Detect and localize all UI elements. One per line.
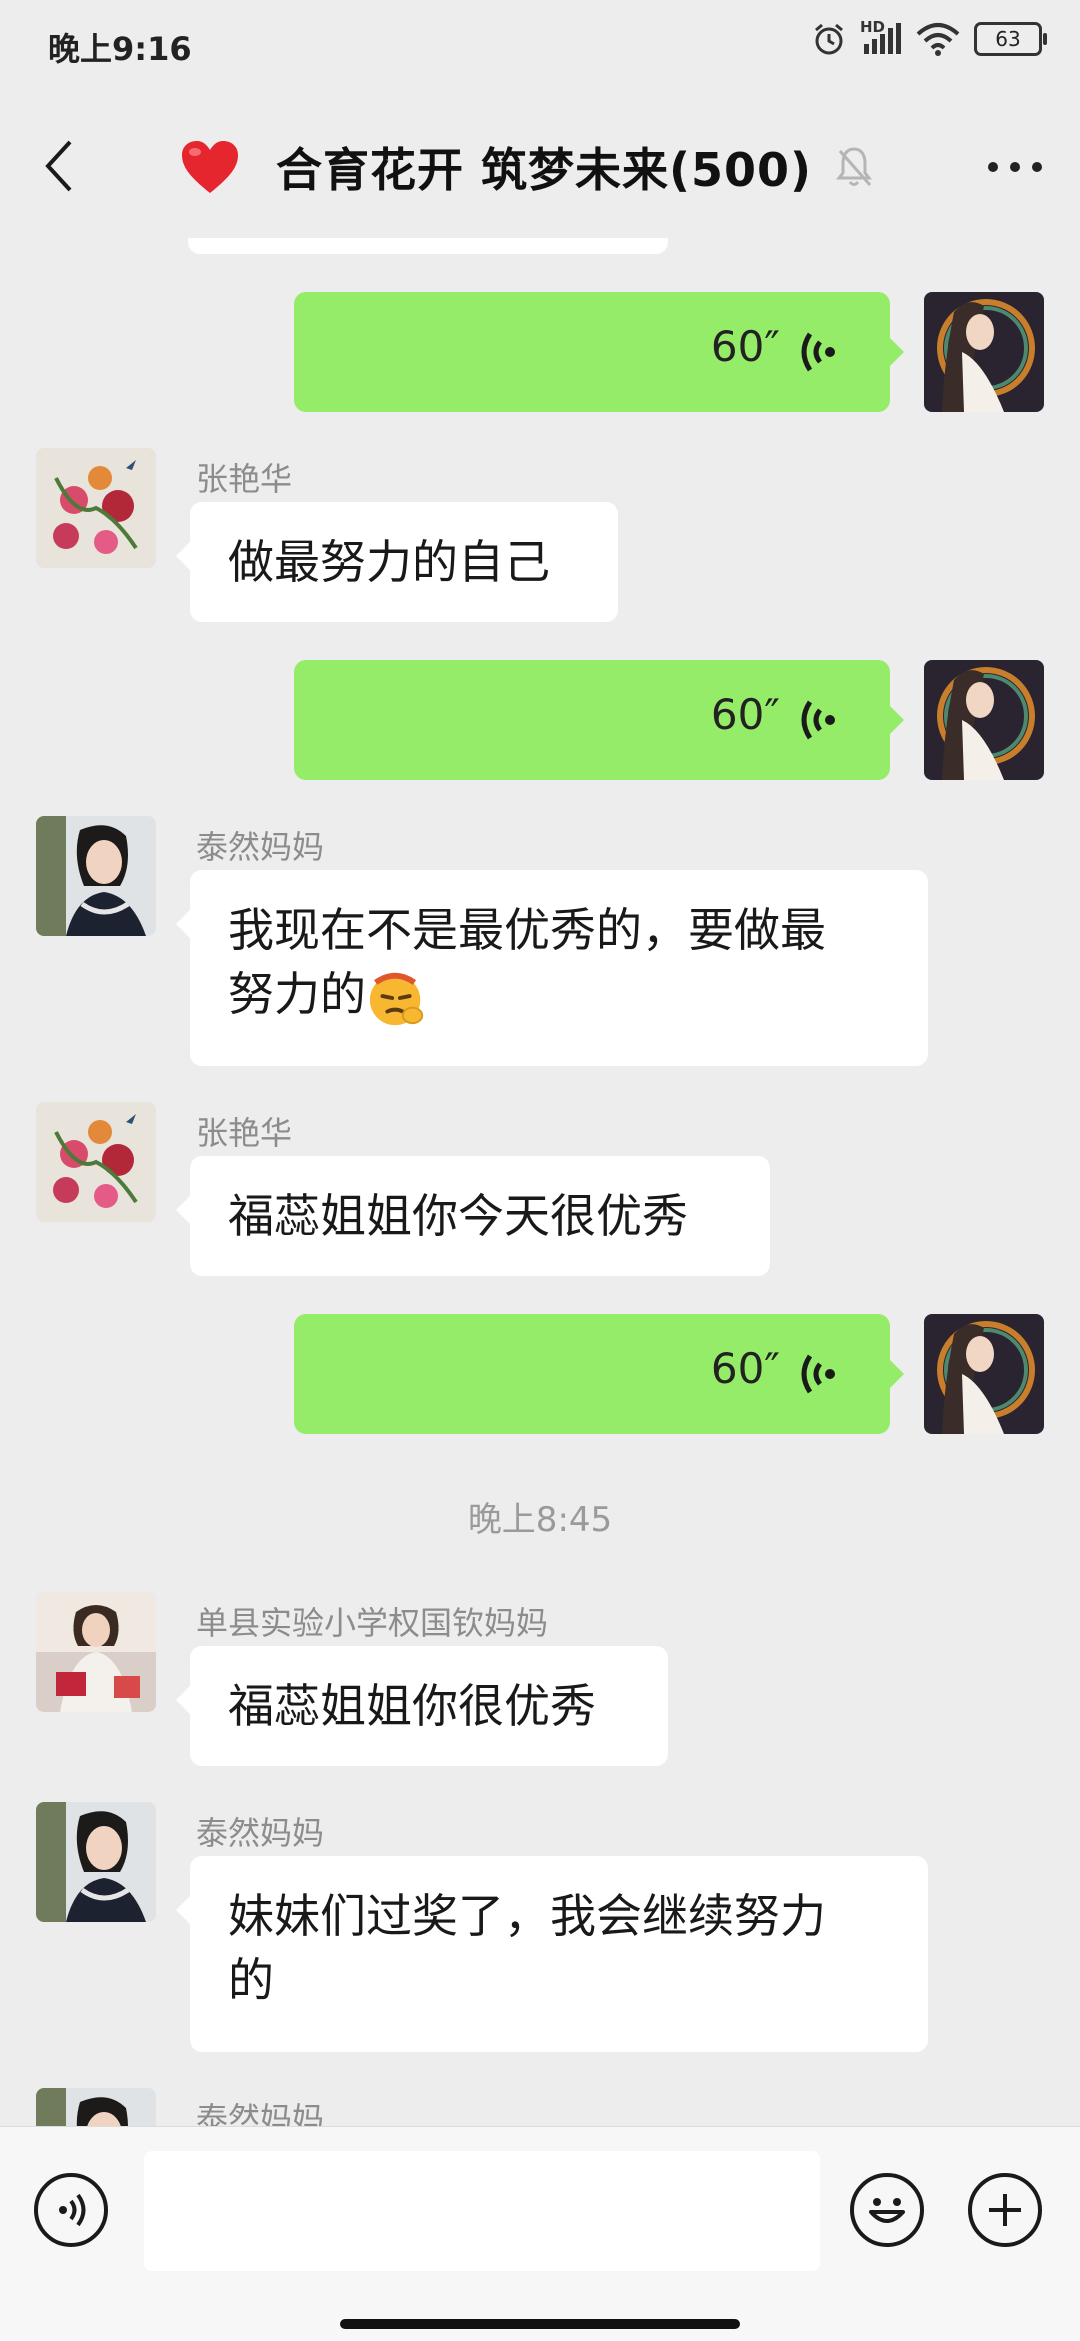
self-avatar[interactable] [924, 660, 1044, 780]
sender-avatar-flowers[interactable] [36, 448, 156, 568]
bubble-line: 的 [228, 1953, 274, 2007]
voice-bubble[interactable]: 60″ [294, 660, 904, 780]
home-indicator [340, 2319, 740, 2329]
red-heart-icon [182, 141, 238, 193]
smirk-emoji-icon [369, 972, 424, 1025]
time-divider: 晚上8:45 [467, 1500, 613, 1540]
bubble-line-with-emoji: 努力的 [228, 962, 890, 1029]
sender-avatar-woman[interactable] [36, 2088, 156, 2126]
plus-icon [989, 2194, 1021, 2226]
sender-name: 单县实验小学权国钦妈妈 [196, 1604, 549, 1642]
wifi-icon [916, 23, 960, 56]
text-bubble[interactable]: 我现在不是最优秀的，要做最 努力的 [176, 870, 928, 1066]
sender-name: 泰然妈妈 [196, 1814, 325, 1852]
message-input[interactable] [144, 2151, 820, 2271]
chat-title: 合育花开 筑梦未来(500) [276, 143, 813, 197]
partial-bubble[interactable] [188, 238, 668, 254]
text-bubble[interactable]: 妹妹们过奖了，我会继续努力 的 [176, 1856, 928, 2052]
sender-avatar-flowers[interactable] [36, 1102, 156, 1222]
self-avatar[interactable] [924, 1314, 1044, 1434]
sender-name: 张艳华 [196, 1114, 293, 1152]
status-bar: 晚上9:16 HD 63 [0, 0, 1080, 92]
status-icons: HD 63 [812, 18, 1047, 56]
voice-duration: 60″ [710, 322, 780, 371]
sender-avatar-woman[interactable] [36, 1802, 156, 1922]
status-time: 晚上9:16 [48, 30, 192, 68]
message-list[interactable]: 60″ 张艳华 做最努力的自己 60″ 泰然妈妈 我现在不是最优秀的，要做最 努… [0, 238, 1080, 2126]
smiley-icon [869, 2198, 905, 2223]
battery-icon: 63 [974, 22, 1047, 56]
voice-wave-icon [801, 1354, 835, 1394]
text-bubble[interactable]: 福蕊姐姐你今天很优秀 [176, 1156, 770, 1276]
voice-input-button[interactable] [34, 2173, 108, 2247]
voice-wave-icon [801, 332, 835, 372]
voice-bubble[interactable]: 60″ [294, 292, 904, 412]
self-avatar[interactable] [924, 292, 1044, 412]
voice-duration: 60″ [710, 690, 780, 739]
back-arrow-icon[interactable] [40, 136, 80, 196]
emoji-button[interactable] [850, 2173, 924, 2247]
sender-name: 泰然妈妈 [196, 828, 325, 866]
voice-mode-icon [59, 2193, 86, 2227]
mute-bell-icon [835, 147, 873, 186]
sender-name: 泰然妈妈 [196, 2100, 325, 2126]
title-row: 合育花开 筑梦未来(500) [180, 132, 874, 202]
bubble-line: 妹妹们过奖了，我会继续努力 [228, 1889, 826, 1943]
sender-name: 张艳华 [196, 460, 293, 498]
voice-bubble[interactable]: 60″ [294, 1314, 904, 1434]
sender-avatar-woman[interactable] [36, 816, 156, 936]
bubble-line: 努力的 [228, 967, 366, 1021]
more-options-icon[interactable] [988, 162, 1042, 172]
voice-duration: 60″ [710, 1344, 780, 1393]
text-bubble[interactable]: 做最努力的自己 [176, 502, 618, 622]
battery-level: 63 [995, 27, 1021, 51]
more-functions-button[interactable] [968, 2173, 1042, 2247]
signal-icon: HD [860, 18, 902, 56]
alarm-icon [815, 23, 843, 55]
text-bubble[interactable]: 福蕊姐姐你很优秀 [176, 1646, 668, 1766]
bubble-line: 我现在不是最优秀的，要做最 [228, 903, 826, 957]
chat-header: 合育花开 筑梦未来(500) [0, 92, 1080, 238]
input-bar [0, 2126, 1080, 2341]
voice-wave-icon [801, 700, 835, 740]
sender-avatar-portrait[interactable] [36, 1592, 156, 1712]
